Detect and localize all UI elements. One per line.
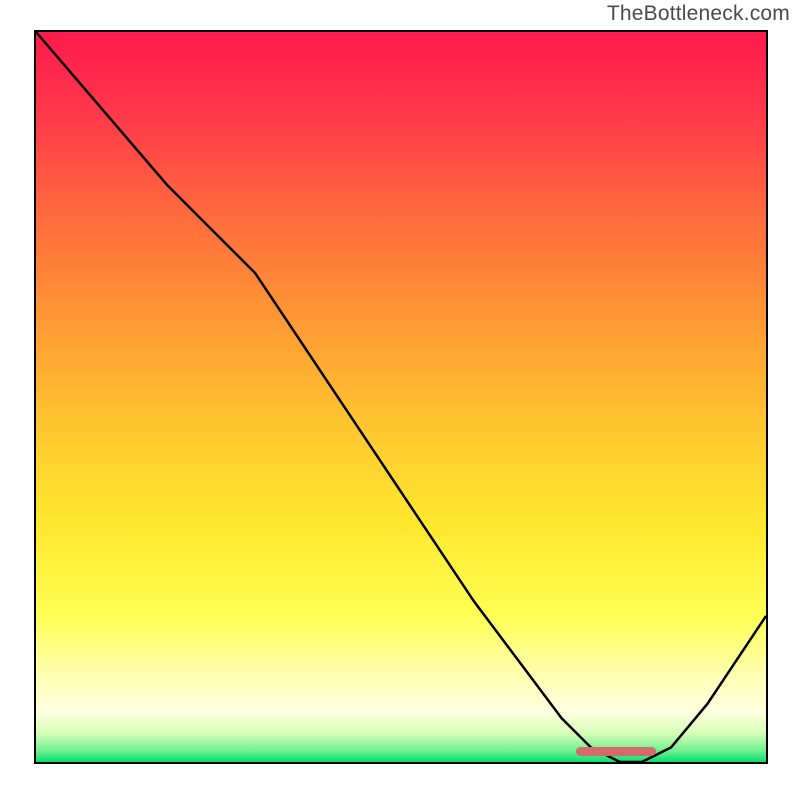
bottleneck-curve: [36, 32, 766, 762]
chart-canvas: TheBottleneck.com: [0, 0, 800, 800]
optimal-range-marker: [576, 747, 656, 756]
watermark-text: TheBottleneck.com: [607, 2, 790, 26]
plot-area: [34, 30, 768, 764]
